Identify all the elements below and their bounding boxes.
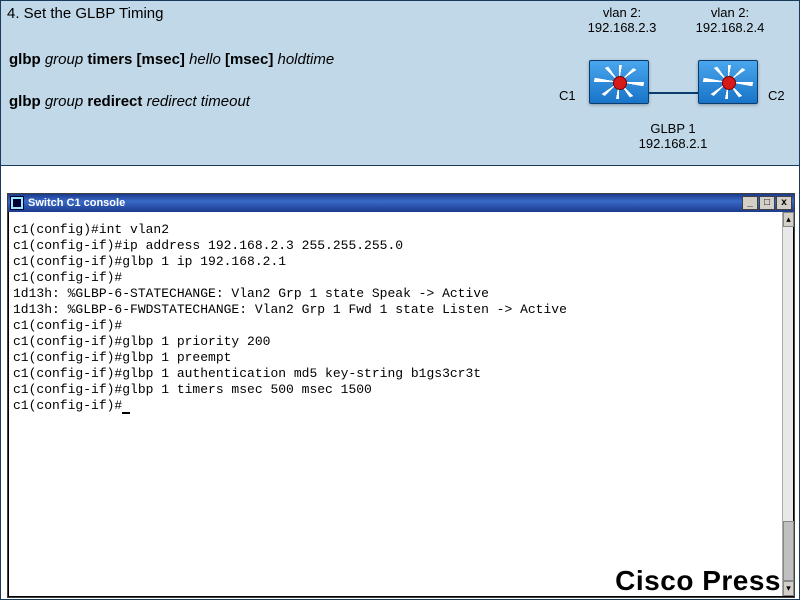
network-diagram: vlan 2:192.168.2.3 vlan 2:192.168.2.4 C1… [535,5,795,160]
glbp-label: GLBP 1192.168.2.1 [628,121,718,151]
command-syntax-2: glbp group redirect redirect timeout [9,93,250,110]
window-buttons: _ □ x [742,196,792,210]
command-syntax-1: glbp group timers [msec] hello [msec] ho… [9,51,334,68]
minimize-button[interactable]: _ [742,196,758,210]
link-line [649,92,699,94]
device-label-c2: C2 [768,88,785,103]
device-label-c1: C1 [559,88,576,103]
brand-logo: Cisco Press [615,565,781,597]
scrollbar[interactable]: ▴ ▾ [782,212,793,596]
app-icon [10,196,24,210]
switch-c2-icon [698,60,758,104]
switch-c1-icon [589,60,649,104]
scroll-down-button[interactable]: ▾ [783,581,794,596]
close-button[interactable]: x [776,196,792,210]
window-titlebar[interactable]: Switch C1 console _ □ x [8,194,794,212]
scroll-thumb[interactable] [783,521,794,581]
scroll-up-button[interactable]: ▴ [783,212,794,227]
maximize-button[interactable]: □ [759,196,775,210]
terminal-output[interactable]: c1(config)#int vlan2 c1(config-if)#ip ad… [9,212,782,596]
window-title: Switch C1 console [28,197,125,209]
console-window: Switch C1 console _ □ x c1(config)#int v… [7,193,795,598]
vlan-label-c2: vlan 2:192.168.2.4 [685,5,775,35]
section-title: 4. Set the GLBP Timing [7,5,163,22]
instruction-panel: 4. Set the GLBP Timing glbp group timers… [1,1,799,166]
vlan-label-c1: vlan 2:192.168.2.3 [577,5,667,35]
